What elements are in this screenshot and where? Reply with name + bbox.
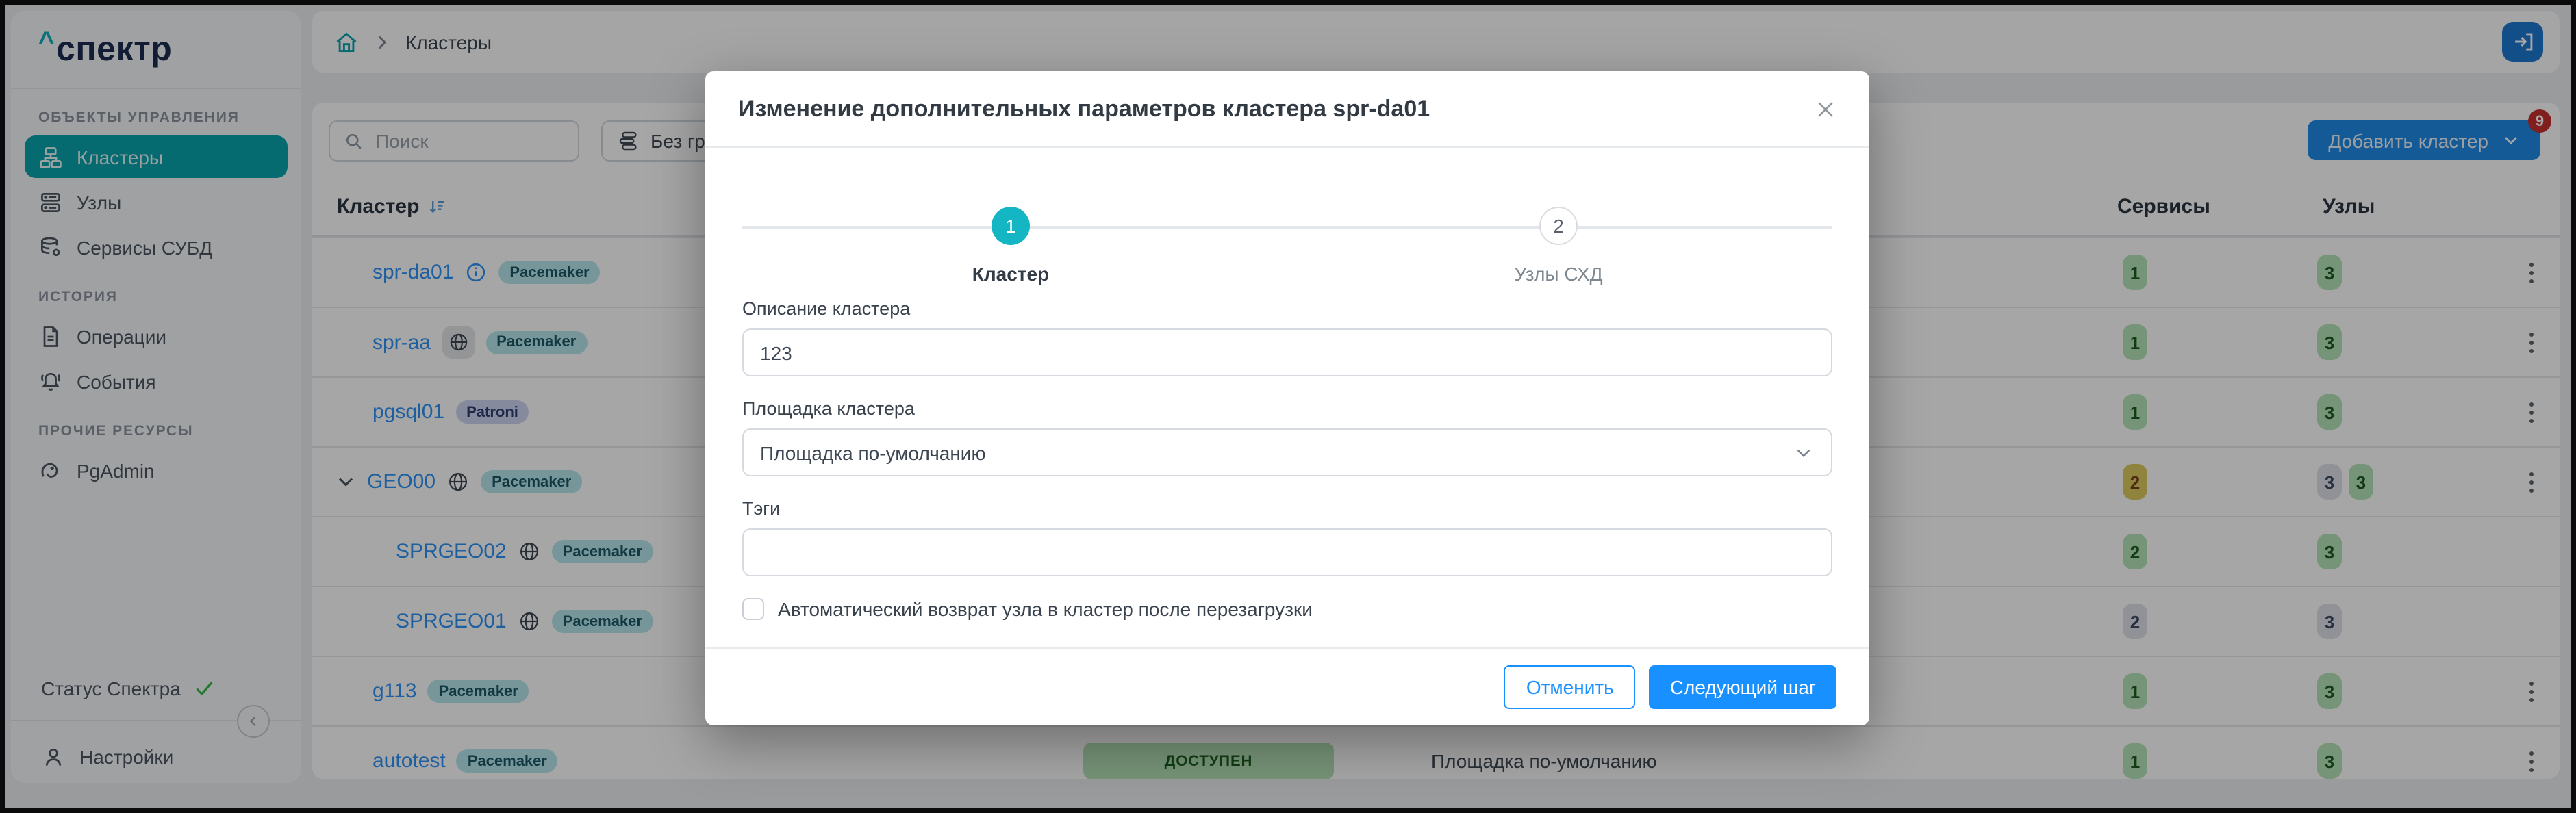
tags-field-group: Тэги	[742, 498, 1832, 576]
step-2-label: Узлы СХД	[1514, 263, 1602, 285]
auto-return-checkbox[interactable]	[742, 598, 764, 620]
edit-cluster-modal: Изменение дополнительных параметров клас…	[705, 71, 1869, 725]
modal-header: Изменение дополнительных параметров клас…	[705, 71, 1869, 148]
description-input[interactable]: 123	[742, 328, 1832, 376]
platform-select[interactable]: Площадка по-умолчанию	[742, 428, 1832, 476]
step-1-label: Кластер	[972, 263, 1049, 285]
chevron-down-icon	[1794, 443, 1813, 462]
next-step-button[interactable]: Следующий шаг	[1650, 665, 1836, 709]
auto-return-label: Автоматический возврат узла в кластер по…	[778, 598, 1313, 620]
platform-label: Площадка кластера	[742, 398, 1832, 419]
step-2-circle: 2	[1539, 207, 1578, 245]
tags-label: Тэги	[742, 498, 1832, 519]
close-icon[interactable]	[1815, 98, 1836, 120]
modal-title: Изменение дополнительных параметров клас…	[738, 95, 1815, 122]
description-field-group: Описание кластера 123	[742, 298, 1832, 376]
tags-input[interactable]	[742, 528, 1832, 576]
auto-return-checkbox-row: Автоматический возврат узла в кластер по…	[742, 598, 1832, 620]
cancel-button[interactable]: Отменить	[1504, 665, 1636, 709]
app-window: ^спектр ОБЪЕКТЫ УПРАВЛЕНИЯ Кластеры Узлы…	[0, 0, 2576, 813]
stepper-line	[742, 226, 1832, 229]
platform-select-value: Площадка по-умолчанию	[760, 441, 985, 463]
step-1-circle: 1	[992, 207, 1030, 245]
modal-footer: Отменить Следующий шаг	[705, 647, 1869, 725]
stepper: 1 2 Кластер Узлы СХД	[742, 175, 1832, 298]
platform-field-group: Площадка кластера Площадка по-умолчанию	[742, 398, 1832, 476]
description-label: Описание кластера	[742, 298, 1832, 319]
modal-body: 1 2 Кластер Узлы СХД Описание кластера 1…	[705, 148, 1869, 647]
